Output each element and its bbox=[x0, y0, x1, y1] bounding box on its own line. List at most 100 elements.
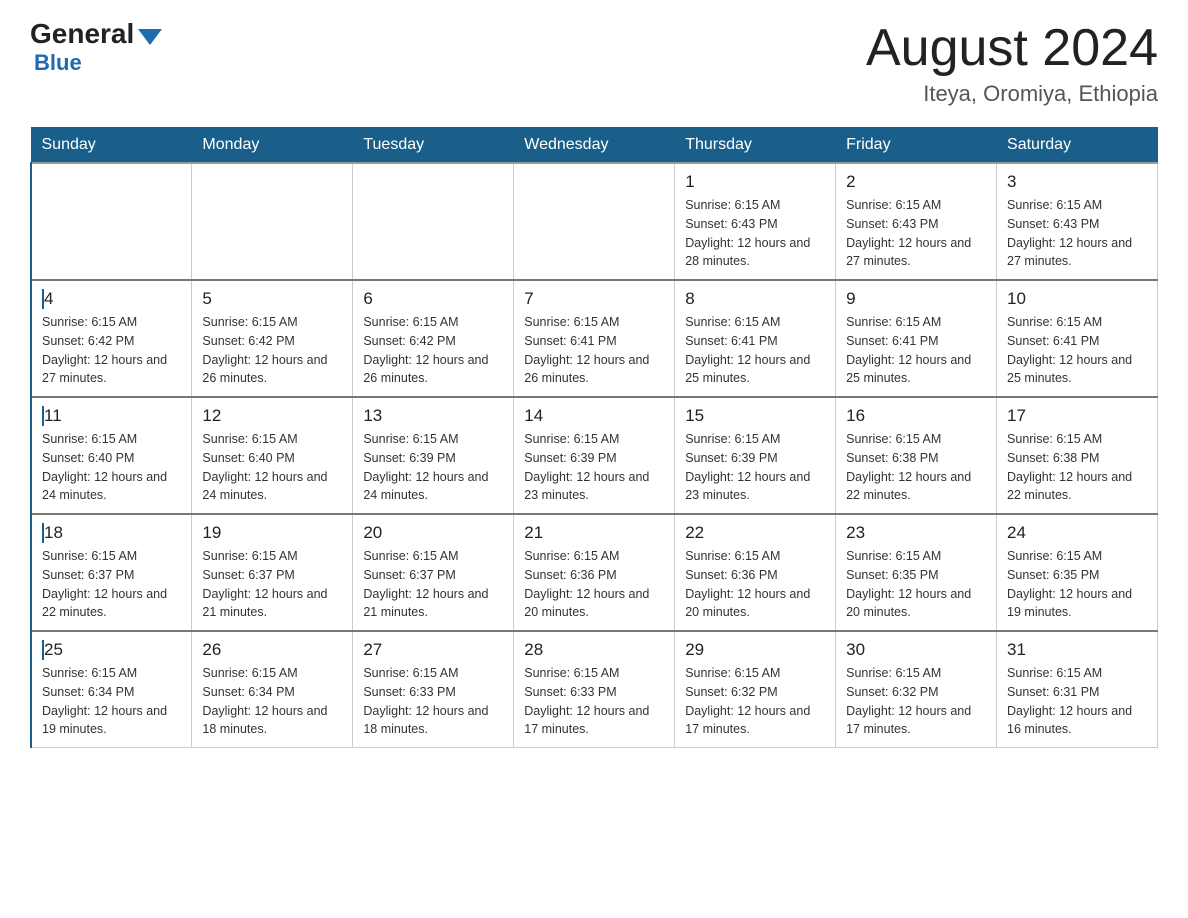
day-info: Sunrise: 6:15 AM Sunset: 6:40 PM Dayligh… bbox=[202, 430, 342, 505]
logo-general-text: General bbox=[30, 20, 134, 48]
day-number: 23 bbox=[846, 523, 986, 543]
day-info: Sunrise: 6:15 AM Sunset: 6:32 PM Dayligh… bbox=[685, 664, 825, 739]
day-number: 14 bbox=[524, 406, 664, 426]
day-info: Sunrise: 6:15 AM Sunset: 6:33 PM Dayligh… bbox=[363, 664, 503, 739]
day-info: Sunrise: 6:15 AM Sunset: 6:38 PM Dayligh… bbox=[846, 430, 986, 505]
table-row: 8 Sunrise: 6:15 AM Sunset: 6:41 PM Daylig… bbox=[675, 280, 836, 397]
day-number: 22 bbox=[685, 523, 825, 543]
logo-arrow-icon bbox=[138, 29, 162, 45]
day-info: Sunrise: 6:15 AM Sunset: 6:41 PM Dayligh… bbox=[524, 313, 664, 388]
table-row: 1 Sunrise: 6:15 AM Sunset: 6:43 PM Daylig… bbox=[675, 163, 836, 280]
calendar-week-row: 18 Sunrise: 6:15 AM Sunset: 6:37 PM Dayli… bbox=[31, 514, 1158, 631]
table-row: 28 Sunrise: 6:15 AM Sunset: 6:33 PM Dayli… bbox=[514, 631, 675, 748]
day-info: Sunrise: 6:15 AM Sunset: 6:34 PM Dayligh… bbox=[42, 664, 181, 739]
table-row: 7 Sunrise: 6:15 AM Sunset: 6:41 PM Daylig… bbox=[514, 280, 675, 397]
day-info: Sunrise: 6:15 AM Sunset: 6:36 PM Dayligh… bbox=[685, 547, 825, 622]
day-number: 18 bbox=[42, 523, 181, 543]
day-number: 27 bbox=[363, 640, 503, 660]
table-row: 25 Sunrise: 6:15 AM Sunset: 6:34 PM Dayli… bbox=[31, 631, 192, 748]
day-info: Sunrise: 6:15 AM Sunset: 6:43 PM Dayligh… bbox=[846, 196, 986, 271]
day-info: Sunrise: 6:15 AM Sunset: 6:35 PM Dayligh… bbox=[1007, 547, 1147, 622]
day-number: 6 bbox=[363, 289, 503, 309]
day-number: 29 bbox=[685, 640, 825, 660]
table-row: 14 Sunrise: 6:15 AM Sunset: 6:39 PM Dayli… bbox=[514, 397, 675, 514]
day-info: Sunrise: 6:15 AM Sunset: 6:39 PM Dayligh… bbox=[524, 430, 664, 505]
calendar-week-row: 4 Sunrise: 6:15 AM Sunset: 6:42 PM Daylig… bbox=[31, 280, 1158, 397]
calendar-week-row: 11 Sunrise: 6:15 AM Sunset: 6:40 PM Dayli… bbox=[31, 397, 1158, 514]
day-info: Sunrise: 6:15 AM Sunset: 6:42 PM Dayligh… bbox=[202, 313, 342, 388]
calendar-body: 1 Sunrise: 6:15 AM Sunset: 6:43 PM Daylig… bbox=[31, 163, 1158, 748]
day-info: Sunrise: 6:15 AM Sunset: 6:37 PM Dayligh… bbox=[363, 547, 503, 622]
day-number: 25 bbox=[42, 640, 181, 660]
calendar-table: Sunday Monday Tuesday Wednesday Thursday… bbox=[30, 127, 1158, 748]
day-number: 1 bbox=[685, 172, 825, 192]
day-number: 7 bbox=[524, 289, 664, 309]
calendar-header: Sunday Monday Tuesday Wednesday Thursday… bbox=[31, 128, 1158, 164]
table-row: 31 Sunrise: 6:15 AM Sunset: 6:31 PM Dayli… bbox=[997, 631, 1158, 748]
day-info: Sunrise: 6:15 AM Sunset: 6:34 PM Dayligh… bbox=[202, 664, 342, 739]
table-row: 30Sunrise: 6:15 AM Sunset: 6:32 PM Dayli… bbox=[836, 631, 997, 748]
table-row: 16 Sunrise: 6:15 AM Sunset: 6:38 PM Dayli… bbox=[836, 397, 997, 514]
logo: General Blue bbox=[30, 20, 162, 76]
day-number: 15 bbox=[685, 406, 825, 426]
day-info: Sunrise: 6:15 AM Sunset: 6:41 PM Dayligh… bbox=[846, 313, 986, 388]
day-info: Sunrise: 6:15 AM Sunset: 6:41 PM Dayligh… bbox=[1007, 313, 1147, 388]
day-info: Sunrise: 6:15 AM Sunset: 6:31 PM Dayligh… bbox=[1007, 664, 1147, 739]
day-info: Sunrise: 6:15 AM Sunset: 6:41 PM Dayligh… bbox=[685, 313, 825, 388]
table-row bbox=[192, 163, 353, 280]
day-info: Sunrise: 6:15 AM Sunset: 6:40 PM Dayligh… bbox=[42, 430, 181, 505]
table-row: 20 Sunrise: 6:15 AM Sunset: 6:37 PM Dayli… bbox=[353, 514, 514, 631]
th-sunday: Sunday bbox=[31, 128, 192, 164]
day-info: Sunrise: 6:15 AM Sunset: 6:33 PM Dayligh… bbox=[524, 664, 664, 739]
table-row: 13Sunrise: 6:15 AM Sunset: 6:39 PM Dayli… bbox=[353, 397, 514, 514]
logo-blue-text: Blue bbox=[34, 50, 82, 75]
day-number: 13 bbox=[363, 406, 503, 426]
day-number: 21 bbox=[524, 523, 664, 543]
day-number: 20 bbox=[363, 523, 503, 543]
day-info: Sunrise: 6:15 AM Sunset: 6:43 PM Dayligh… bbox=[1007, 196, 1147, 271]
day-number: 19 bbox=[202, 523, 342, 543]
th-saturday: Saturday bbox=[997, 128, 1158, 164]
day-number: 16 bbox=[846, 406, 986, 426]
day-info: Sunrise: 6:15 AM Sunset: 6:39 PM Dayligh… bbox=[685, 430, 825, 505]
day-number: 31 bbox=[1007, 640, 1147, 660]
day-info: Sunrise: 6:15 AM Sunset: 6:38 PM Dayligh… bbox=[1007, 430, 1147, 505]
table-row: 19 Sunrise: 6:15 AM Sunset: 6:37 PM Dayli… bbox=[192, 514, 353, 631]
table-row: 11 Sunrise: 6:15 AM Sunset: 6:40 PM Dayli… bbox=[31, 397, 192, 514]
day-number: 11 bbox=[42, 406, 181, 426]
table-row: 22 Sunrise: 6:15 AM Sunset: 6:36 PM Dayli… bbox=[675, 514, 836, 631]
title-block: August 2024 Iteya, Oromiya, Ethiopia bbox=[866, 20, 1158, 107]
day-info: Sunrise: 6:15 AM Sunset: 6:43 PM Dayligh… bbox=[685, 196, 825, 271]
day-info: Sunrise: 6:15 AM Sunset: 6:35 PM Dayligh… bbox=[846, 547, 986, 622]
day-number: 9 bbox=[846, 289, 986, 309]
day-info: Sunrise: 6:15 AM Sunset: 6:36 PM Dayligh… bbox=[524, 547, 664, 622]
table-row: 2 Sunrise: 6:15 AM Sunset: 6:43 PM Daylig… bbox=[836, 163, 997, 280]
day-number: 30 bbox=[846, 640, 986, 660]
day-number: 3 bbox=[1007, 172, 1147, 192]
table-row: 15 Sunrise: 6:15 AM Sunset: 6:39 PM Dayli… bbox=[675, 397, 836, 514]
table-row bbox=[31, 163, 192, 280]
day-info: Sunrise: 6:15 AM Sunset: 6:42 PM Dayligh… bbox=[363, 313, 503, 388]
day-number: 24 bbox=[1007, 523, 1147, 543]
day-number: 12 bbox=[202, 406, 342, 426]
table-row: 26Sunrise: 6:15 AM Sunset: 6:34 PM Dayli… bbox=[192, 631, 353, 748]
header-row: Sunday Monday Tuesday Wednesday Thursday… bbox=[31, 128, 1158, 164]
day-number: 28 bbox=[524, 640, 664, 660]
day-number: 2 bbox=[846, 172, 986, 192]
th-wednesday: Wednesday bbox=[514, 128, 675, 164]
th-friday: Friday bbox=[836, 128, 997, 164]
location: Iteya, Oromiya, Ethiopia bbox=[866, 81, 1158, 107]
table-row: 9 Sunrise: 6:15 AM Sunset: 6:41 PM Daylig… bbox=[836, 280, 997, 397]
day-info: Sunrise: 6:15 AM Sunset: 6:37 PM Dayligh… bbox=[202, 547, 342, 622]
table-row: 21 Sunrise: 6:15 AM Sunset: 6:36 PM Dayli… bbox=[514, 514, 675, 631]
table-row: 29 Sunrise: 6:15 AM Sunset: 6:32 PM Dayli… bbox=[675, 631, 836, 748]
day-number: 8 bbox=[685, 289, 825, 309]
table-row: 27 Sunrise: 6:15 AM Sunset: 6:33 PM Dayli… bbox=[353, 631, 514, 748]
page-header: General Blue August 2024 Iteya, Oromiya,… bbox=[30, 20, 1158, 107]
table-row: 5 Sunrise: 6:15 AM Sunset: 6:42 PM Daylig… bbox=[192, 280, 353, 397]
day-number: 4 bbox=[42, 289, 181, 309]
day-number: 5 bbox=[202, 289, 342, 309]
day-number: 10 bbox=[1007, 289, 1147, 309]
th-tuesday: Tuesday bbox=[353, 128, 514, 164]
th-thursday: Thursday bbox=[675, 128, 836, 164]
